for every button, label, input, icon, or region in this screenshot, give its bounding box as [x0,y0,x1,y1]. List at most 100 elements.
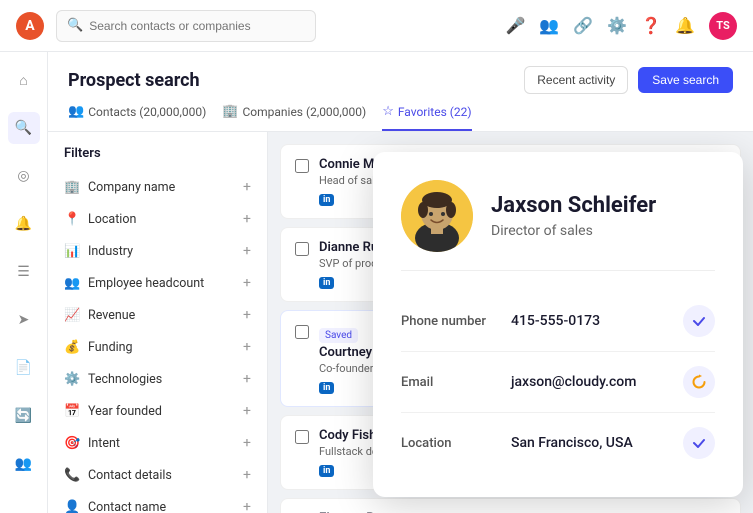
filter-item-contact-name[interactable]: 👤 Contact name + [48,491,267,513]
contact-name-icon: 👤 [64,500,80,513]
sidebar-item-home[interactable]: ⌂ [8,64,40,96]
bell-icon[interactable]: 🔔 [675,16,695,35]
contact-name: Jaxson Schleifer [491,193,656,219]
people-icon[interactable]: 👥 [539,16,559,35]
contacts-tab-icon: 👥 [68,104,84,119]
industry-icon: 📊 [64,244,80,259]
filters-title: Filters [48,146,267,171]
phone-value: 415-555-0173 [511,313,683,329]
revenue-icon: 📈 [64,308,80,323]
filter-add-icon[interactable]: + [243,403,251,419]
result-checkbox-4[interactable] [295,430,309,444]
connect-icon[interactable]: 🔗 [573,16,593,35]
filter-item-intent[interactable]: 🎯 Intent + [48,427,267,459]
global-search-bar[interactable]: 🔍 [56,10,316,42]
content-area: Prospect search Recent activity Save sea… [48,52,753,513]
filter-item-contact-details[interactable]: 📞 Contact details + [48,459,267,491]
companies-tab-icon: 🏢 [222,104,238,119]
contact-details-icon: 📞 [64,468,80,483]
location-value: San Francisco, USA [511,435,683,451]
tech-icon: ⚙️ [64,372,80,387]
page-title-row: Prospect search Recent activity Save sea… [68,66,733,94]
sidebar-item-search[interactable]: 🔍 [8,112,40,144]
result-checkbox-3[interactable] [295,325,309,339]
filter-add-icon[interactable]: + [243,211,251,227]
contact-card-header: Jaxson Schleifer Director of sales [401,180,715,271]
filter-add-icon[interactable]: + [243,467,251,483]
filter-add-icon[interactable]: + [243,307,251,323]
tab-contacts[interactable]: 👥 Contacts (20,000,000) [68,104,206,131]
filter-add-icon[interactable]: + [243,243,251,259]
logo[interactable]: A [16,12,44,40]
filter-add-icon[interactable]: + [243,499,251,513]
filter-add-icon[interactable]: + [243,371,251,387]
left-sidebar: ⌂ 🔍 ◎ 🔔 ☰ ➤ 📄 🔄 👥 [0,52,48,513]
save-search-button[interactable]: Save search [638,67,733,93]
detail-row-location: Location San Francisco, USA [401,413,715,473]
sidebar-item-target[interactable]: ◎ [8,160,40,192]
intent-icon: 🎯 [64,436,80,451]
header-tabs: 👥 Contacts (20,000,000) 🏢 Companies (2,0… [68,104,733,131]
contact-title: Director of sales [491,223,656,239]
linkedin-badge-1[interactable]: in [319,194,334,206]
contact-avatar [401,180,473,252]
saved-badge-3: Saved [319,328,358,343]
recent-activity-button[interactable]: Recent activity [524,66,628,94]
filter-item-year-founded[interactable]: 📅 Year founded + [48,395,267,427]
linkedin-badge-2[interactable]: in [319,277,334,289]
filter-add-icon[interactable]: + [243,435,251,451]
main-layout: ⌂ 🔍 ◎ 🔔 ☰ ➤ 📄 🔄 👥 Prospect search Recent… [0,52,753,513]
detail-row-email: Email jaxson@cloudy.com [401,352,715,413]
phone-check-button[interactable] [683,305,715,337]
sidebar-item-bell[interactable]: 🔔 [8,208,40,240]
linkedin-badge-4[interactable]: in [319,465,334,477]
tab-favorites[interactable]: ☆ Favorites (22) [382,104,471,131]
sidebar-item-refresh[interactable]: 🔄 [8,400,40,432]
filter-item-revenue[interactable]: 📈 Revenue + [48,299,267,331]
result-card-5: Eleanor Pena Director of product design … [280,498,741,513]
result-checkbox-2[interactable] [295,242,309,256]
filters-panel: Filters 🏢 Company name + 📍 Location + [48,132,268,513]
sidebar-item-menu[interactable]: ☰ [8,256,40,288]
sidebar-item-send[interactable]: ➤ [8,304,40,336]
email-label: Email [401,375,511,390]
user-avatar[interactable]: TS [709,12,737,40]
linkedin-badge-3[interactable]: in [319,382,334,394]
funding-icon: 💰 [64,340,80,355]
result-checkbox-1[interactable] [295,159,309,173]
phone-label: Phone number [401,314,511,329]
email-refresh-button[interactable] [683,366,715,398]
settings-icon[interactable]: ⚙️ [607,16,627,35]
filter-item-industry[interactable]: 📊 Industry + [48,235,267,267]
filter-add-icon[interactable]: + [243,179,251,195]
location-label: Location [401,436,511,451]
nav-icons: 🎤 👥 🔗 ⚙️ ❓ 🔔 TS [505,12,737,40]
page-title: Prospect search [68,70,200,91]
contact-card-overlay: Jaxson Schleifer Director of sales Phone… [373,152,743,497]
page-header: Prospect search Recent activity Save sea… [48,52,753,132]
body-content: Filters 🏢 Company name + 📍 Location + [48,132,753,513]
contact-details: Phone number 415-555-0173 Email jaxson@c… [401,291,715,473]
help-icon[interactable]: ❓ [641,16,661,35]
sidebar-item-file[interactable]: 📄 [8,352,40,384]
search-icon: 🔍 [67,18,83,33]
global-search-input[interactable] [89,19,305,33]
filter-add-icon[interactable]: + [243,339,251,355]
tab-companies[interactable]: 🏢 Companies (2,000,000) [222,104,366,131]
filter-item-employee-headcount[interactable]: 👥 Employee headcount + [48,267,267,299]
email-value: jaxson@cloudy.com [511,374,683,390]
filter-item-funding[interactable]: 💰 Funding + [48,331,267,363]
filter-item-technologies[interactable]: ⚙️ Technologies + [48,363,267,395]
mic-icon[interactable]: 🎤 [505,16,525,35]
location-icon: 📍 [64,212,80,227]
filter-item-location[interactable]: 📍 Location + [48,203,267,235]
top-nav: A 🔍 🎤 👥 🔗 ⚙️ ❓ 🔔 TS [0,0,753,52]
favorites-tab-icon: ☆ [382,104,394,119]
sidebar-item-group[interactable]: 👥 [8,448,40,480]
filter-add-icon[interactable]: + [243,275,251,291]
location-check-button[interactable] [683,427,715,459]
header-actions: Recent activity Save search [524,66,733,94]
headcount-icon: 👥 [64,276,80,291]
detail-row-phone: Phone number 415-555-0173 [401,291,715,352]
filter-item-company-name[interactable]: 🏢 Company name + [48,171,267,203]
